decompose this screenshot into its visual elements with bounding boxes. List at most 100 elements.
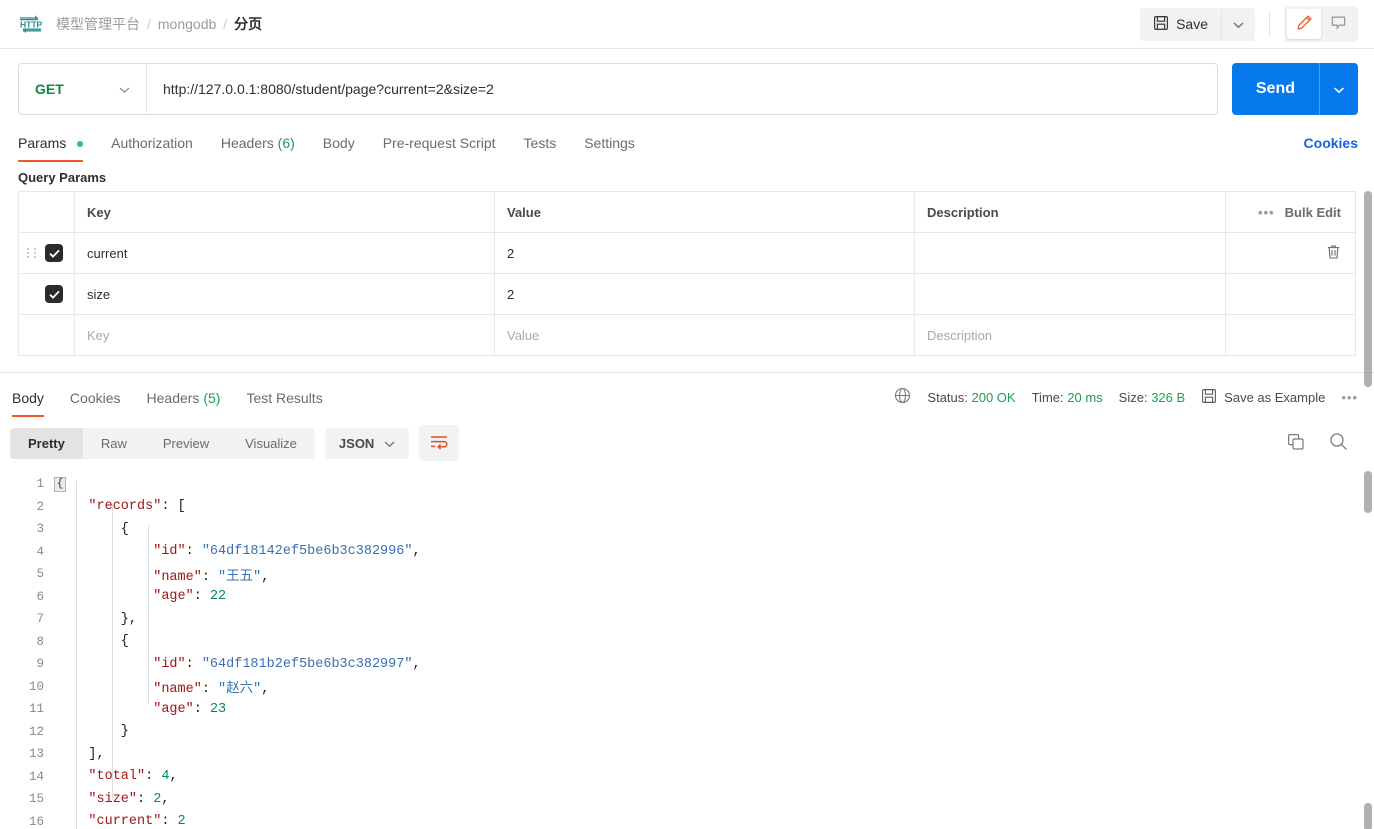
row-checkbox[interactable] <box>45 244 63 262</box>
code-line: 7 }, <box>0 608 1374 631</box>
tab-pre-request-script[interactable]: Pre-request Script <box>383 127 496 162</box>
table-row-empty: Key Value Description <box>18 314 1356 356</box>
bulk-edit-button[interactable]: Bulk Edit <box>1285 205 1341 220</box>
line-number: 16 <box>28 814 44 829</box>
top-bar-actions: Save <box>1140 6 1358 42</box>
row-checkbox-cell <box>18 273 75 315</box>
cookies-link[interactable]: Cookies <box>1304 135 1358 162</box>
code-line-text: }, <box>56 611 138 627</box>
tab-authorization[interactable]: Authorization <box>111 127 193 162</box>
body-view-raw[interactable]: Raw <box>83 428 145 459</box>
line-number: 10 <box>28 679 44 694</box>
globe-icon[interactable] <box>894 387 911 407</box>
body-view-visualize[interactable]: Visualize <box>227 428 315 459</box>
save-as-example-button[interactable]: Save as Example <box>1201 388 1325 407</box>
save-dropdown-button[interactable] <box>1221 9 1255 39</box>
comment-icon <box>1330 14 1347 34</box>
body-view-preview[interactable]: Preview <box>145 428 227 459</box>
response-body-code-viewer[interactable]: 1{2 "records": [3 {4 "id": "64df18142ef5… <box>0 469 1374 829</box>
response-more-ellipsis-icon[interactable]: ••• <box>1341 390 1358 405</box>
top-bar: HTTP 模型管理平台 / mongodb / 分页 Save <box>0 0 1374 49</box>
line-number: 7 <box>36 612 44 627</box>
query-params-title: Query Params <box>18 170 107 185</box>
line-number: 2 <box>36 499 44 514</box>
code-line: 2 "records": [ <box>0 496 1374 519</box>
code-line: 4 "id": "64df18142ef5be6b3c382996", <box>0 541 1374 564</box>
new-row-description-input[interactable]: Description <box>914 314 1226 356</box>
header-description: Description <box>914 191 1226 233</box>
code-line-text: "age": 23 <box>153 701 227 717</box>
query-params-table-wrap: Key Value Description ••• Bulk Edit curr… <box>0 191 1374 387</box>
chevron-down-icon <box>1333 82 1345 97</box>
svg-text:HTTP: HTTP <box>20 20 43 30</box>
body-view-pretty[interactable]: Pretty <box>10 427 83 459</box>
edit-mode-button[interactable] <box>1287 9 1321 39</box>
new-row-value-input[interactable]: Value <box>494 314 915 356</box>
body-toolbar-actions <box>1287 432 1358 454</box>
new-row-key-input[interactable]: Key <box>74 314 495 356</box>
http-method-selector[interactable]: GET <box>19 64 147 114</box>
response-body-scroll-thumb-bottom[interactable] <box>1364 803 1372 829</box>
request-pane-scrollbar[interactable] <box>1364 191 1372 387</box>
code-line: 11 "age": 23 <box>0 698 1374 721</box>
send-button[interactable]: Send <box>1232 63 1319 115</box>
code-line: 1{ <box>0 473 1374 496</box>
chevron-down-icon <box>1233 17 1244 32</box>
body-view-segmented-control: Pretty Raw Preview Visualize <box>10 427 315 459</box>
row-key[interactable]: size <box>74 273 495 315</box>
response-body-scroll-thumb[interactable] <box>1364 471 1372 513</box>
row-key[interactable]: current <box>74 232 495 274</box>
line-number: 4 <box>36 544 44 559</box>
copy-icon[interactable] <box>1287 433 1305 454</box>
body-format-label: JSON <box>338 435 375 451</box>
code-line-text: "age": 22 <box>153 589 227 605</box>
response-tab-headers[interactable]: Headers (5) <box>147 378 221 417</box>
http-logo-icon: HTTP <box>18 13 44 35</box>
code-fold-toggle[interactable]: { <box>54 477 66 493</box>
response-tab-cookies[interactable]: Cookies <box>70 378 121 417</box>
response-tab-body[interactable]: Body <box>12 378 44 417</box>
response-tabs-bar: Body Cookies Headers (5) Test Results St… <box>0 373 1374 417</box>
body-format-selector[interactable]: JSON <box>324 427 410 459</box>
size-badge: Size: 326 B <box>1119 390 1186 405</box>
request-pane-scroll-thumb[interactable] <box>1364 191 1372 387</box>
row-description[interactable] <box>914 232 1226 274</box>
tab-params[interactable]: Params <box>18 127 84 162</box>
word-wrap-button[interactable] <box>419 425 460 461</box>
table-row: current 2 <box>18 232 1356 274</box>
response-tab-test-results[interactable]: Test Results <box>246 378 322 417</box>
ellipsis-icon[interactable]: ••• <box>1258 205 1275 220</box>
query-params-table: Key Value Description ••• Bulk Edit curr… <box>18 191 1356 356</box>
tab-settings[interactable]: Settings <box>584 127 635 162</box>
code-line-text: { <box>54 476 66 493</box>
breadcrumb-item-workspace[interactable]: 模型管理平台 <box>56 14 140 34</box>
row-value[interactable]: 2 <box>494 273 915 315</box>
url-input[interactable] <box>147 64 1217 114</box>
chevron-down-icon <box>384 436 395 451</box>
row-checkbox[interactable] <box>45 285 63 303</box>
response-tabs: Body Cookies Headers (5) Test Results <box>0 378 349 417</box>
row-description[interactable] <box>914 273 1226 315</box>
search-icon[interactable] <box>1329 432 1348 454</box>
save-button-group: Save <box>1140 7 1255 41</box>
line-number: 8 <box>36 634 44 649</box>
line-number: 11 <box>28 702 44 717</box>
tab-headers[interactable]: Headers (6) <box>221 127 295 162</box>
floppy-disk-icon <box>1201 388 1217 407</box>
code-line-text: "name": "赵六", <box>153 682 270 698</box>
tab-tests[interactable]: Tests <box>524 127 557 162</box>
row-value[interactable]: 2 <box>494 232 915 274</box>
send-dropdown-button[interactable] <box>1319 63 1358 115</box>
code-line-text: { <box>56 634 129 650</box>
response-body-toolbar: Pretty Raw Preview Visualize JSON <box>0 417 1374 469</box>
drag-handle-icon[interactable] <box>27 248 39 258</box>
code-line-text: "total": 4, <box>88 769 178 785</box>
code-line: 3 { <box>0 518 1374 541</box>
save-button[interactable]: Save <box>1140 8 1221 41</box>
comment-button[interactable] <box>1321 9 1355 39</box>
response-body-scrollbar[interactable] <box>1364 469 1372 829</box>
tab-body[interactable]: Body <box>323 127 355 162</box>
trash-icon[interactable] <box>1326 244 1341 263</box>
tab-headers-label: Headers <box>220 135 274 151</box>
breadcrumb-item-collection[interactable]: mongodb <box>158 16 216 32</box>
